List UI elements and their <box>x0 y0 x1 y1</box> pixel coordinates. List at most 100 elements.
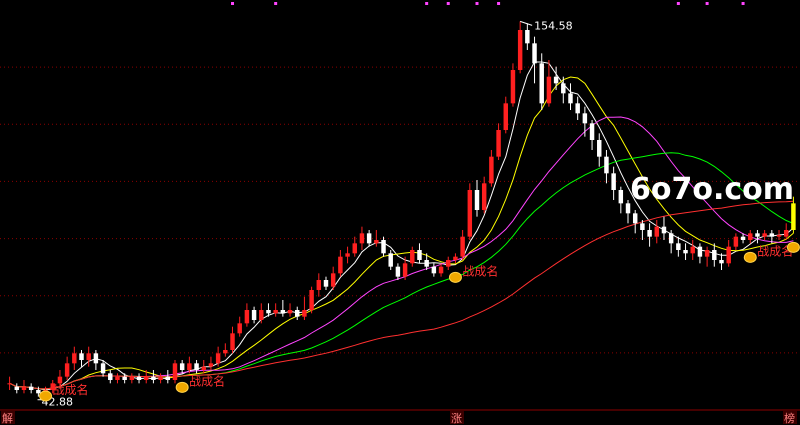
candle-body <box>7 383 12 385</box>
candle-body <box>654 226 660 237</box>
top-marker-dot <box>475 2 479 5</box>
bottom-marker-label: 涨 <box>451 412 462 425</box>
candle-body <box>748 233 753 240</box>
candle-body <box>712 250 717 260</box>
candle-body <box>280 310 286 314</box>
candle-body <box>683 250 688 254</box>
candle-body <box>179 363 185 370</box>
candle-body <box>640 223 645 230</box>
signal-coin <box>448 271 462 283</box>
candle-body <box>302 310 307 317</box>
candle-body <box>352 243 357 254</box>
candle-body <box>783 230 789 237</box>
candle-body <box>697 246 703 257</box>
candle-body <box>410 250 415 264</box>
chart-stage: 154.58 42.88 战成名 战成名 战成名 战成名解涨榜 6o7o.com <box>0 0 800 425</box>
moving-average-line <box>9 61 794 391</box>
signal-coin <box>39 390 53 402</box>
top-marker-dot <box>274 2 278 5</box>
candle-body <box>431 266 437 274</box>
candle-body <box>108 373 113 380</box>
candle-body <box>510 70 516 104</box>
candle-body <box>345 253 350 257</box>
candle-body <box>668 233 674 244</box>
candle-body <box>79 353 84 360</box>
top-marker-dot <box>741 2 745 5</box>
candle-body <box>769 233 775 237</box>
candle-body <box>201 366 206 370</box>
candle-body <box>589 123 595 140</box>
candle-body <box>100 363 106 374</box>
candle-body <box>618 190 624 204</box>
candle-body <box>366 233 372 244</box>
candle-body <box>776 235 782 237</box>
candle-body <box>647 230 652 237</box>
signal-coin <box>786 241 800 253</box>
candle-body <box>733 236 739 247</box>
top-marker-dot <box>497 2 501 5</box>
candle-body <box>424 260 429 267</box>
signal-label: 战成名 <box>53 382 89 397</box>
candle-body <box>359 233 365 244</box>
candle-body <box>287 310 293 314</box>
candle-body <box>251 310 257 320</box>
signal-coin <box>175 381 189 393</box>
moving-average-line <box>9 200 794 390</box>
candle-body <box>316 280 322 290</box>
candle-body <box>460 236 465 257</box>
candle-body <box>446 260 451 267</box>
candle-body <box>690 246 695 254</box>
candle-body <box>158 376 163 380</box>
candle-body <box>474 190 480 210</box>
candle-body <box>115 376 120 380</box>
candle-body <box>273 310 278 314</box>
candle-body <box>481 183 487 210</box>
high-price-label: 154.58 <box>534 19 573 32</box>
candle-body <box>21 386 27 390</box>
candle-body <box>266 310 271 314</box>
candle-body <box>187 363 192 370</box>
candle-body <box>604 156 609 174</box>
candle-body <box>143 376 149 380</box>
candle-body <box>561 83 566 94</box>
candle-body <box>546 76 552 104</box>
candle-body <box>388 253 393 267</box>
high-pointer <box>519 20 533 26</box>
candle-body <box>532 43 537 64</box>
candle-body <box>28 386 34 390</box>
candle-body <box>632 213 638 224</box>
candle-body <box>611 173 616 190</box>
candle-body <box>503 103 508 130</box>
candle-body <box>72 353 77 364</box>
signal-label: 战成名 <box>462 263 498 278</box>
candle-body <box>215 353 221 364</box>
signal-coin <box>743 251 757 263</box>
top-marker-dot <box>425 2 429 5</box>
top-marker-dot <box>446 2 450 5</box>
candle-body <box>309 290 314 310</box>
candle-body <box>122 376 127 380</box>
candle-body <box>539 63 544 104</box>
candle-body <box>136 376 142 380</box>
candle-body <box>395 266 401 277</box>
candlestick-chart: 154.5842.88战成名战成名战成名战成名解涨榜 <box>0 2 800 425</box>
candle-body <box>489 156 494 184</box>
candle-body <box>676 243 681 250</box>
candle-body <box>64 363 70 377</box>
candle-body <box>791 203 796 230</box>
candle-body <box>330 273 336 287</box>
candle-body <box>417 250 422 260</box>
candle-body <box>14 386 20 390</box>
candle-body <box>661 226 667 234</box>
moving-average-line <box>9 116 794 390</box>
top-marker-dot <box>705 2 709 5</box>
signal-label: 战成名 <box>189 373 225 388</box>
candle-body <box>575 103 580 114</box>
candle-body <box>525 30 530 44</box>
candle-body <box>496 130 501 157</box>
candle-body <box>259 310 264 320</box>
candle-body <box>36 390 41 394</box>
candle-body <box>704 250 710 257</box>
watermark-text: 6o7o.com <box>630 172 795 207</box>
candle-body <box>172 363 178 380</box>
